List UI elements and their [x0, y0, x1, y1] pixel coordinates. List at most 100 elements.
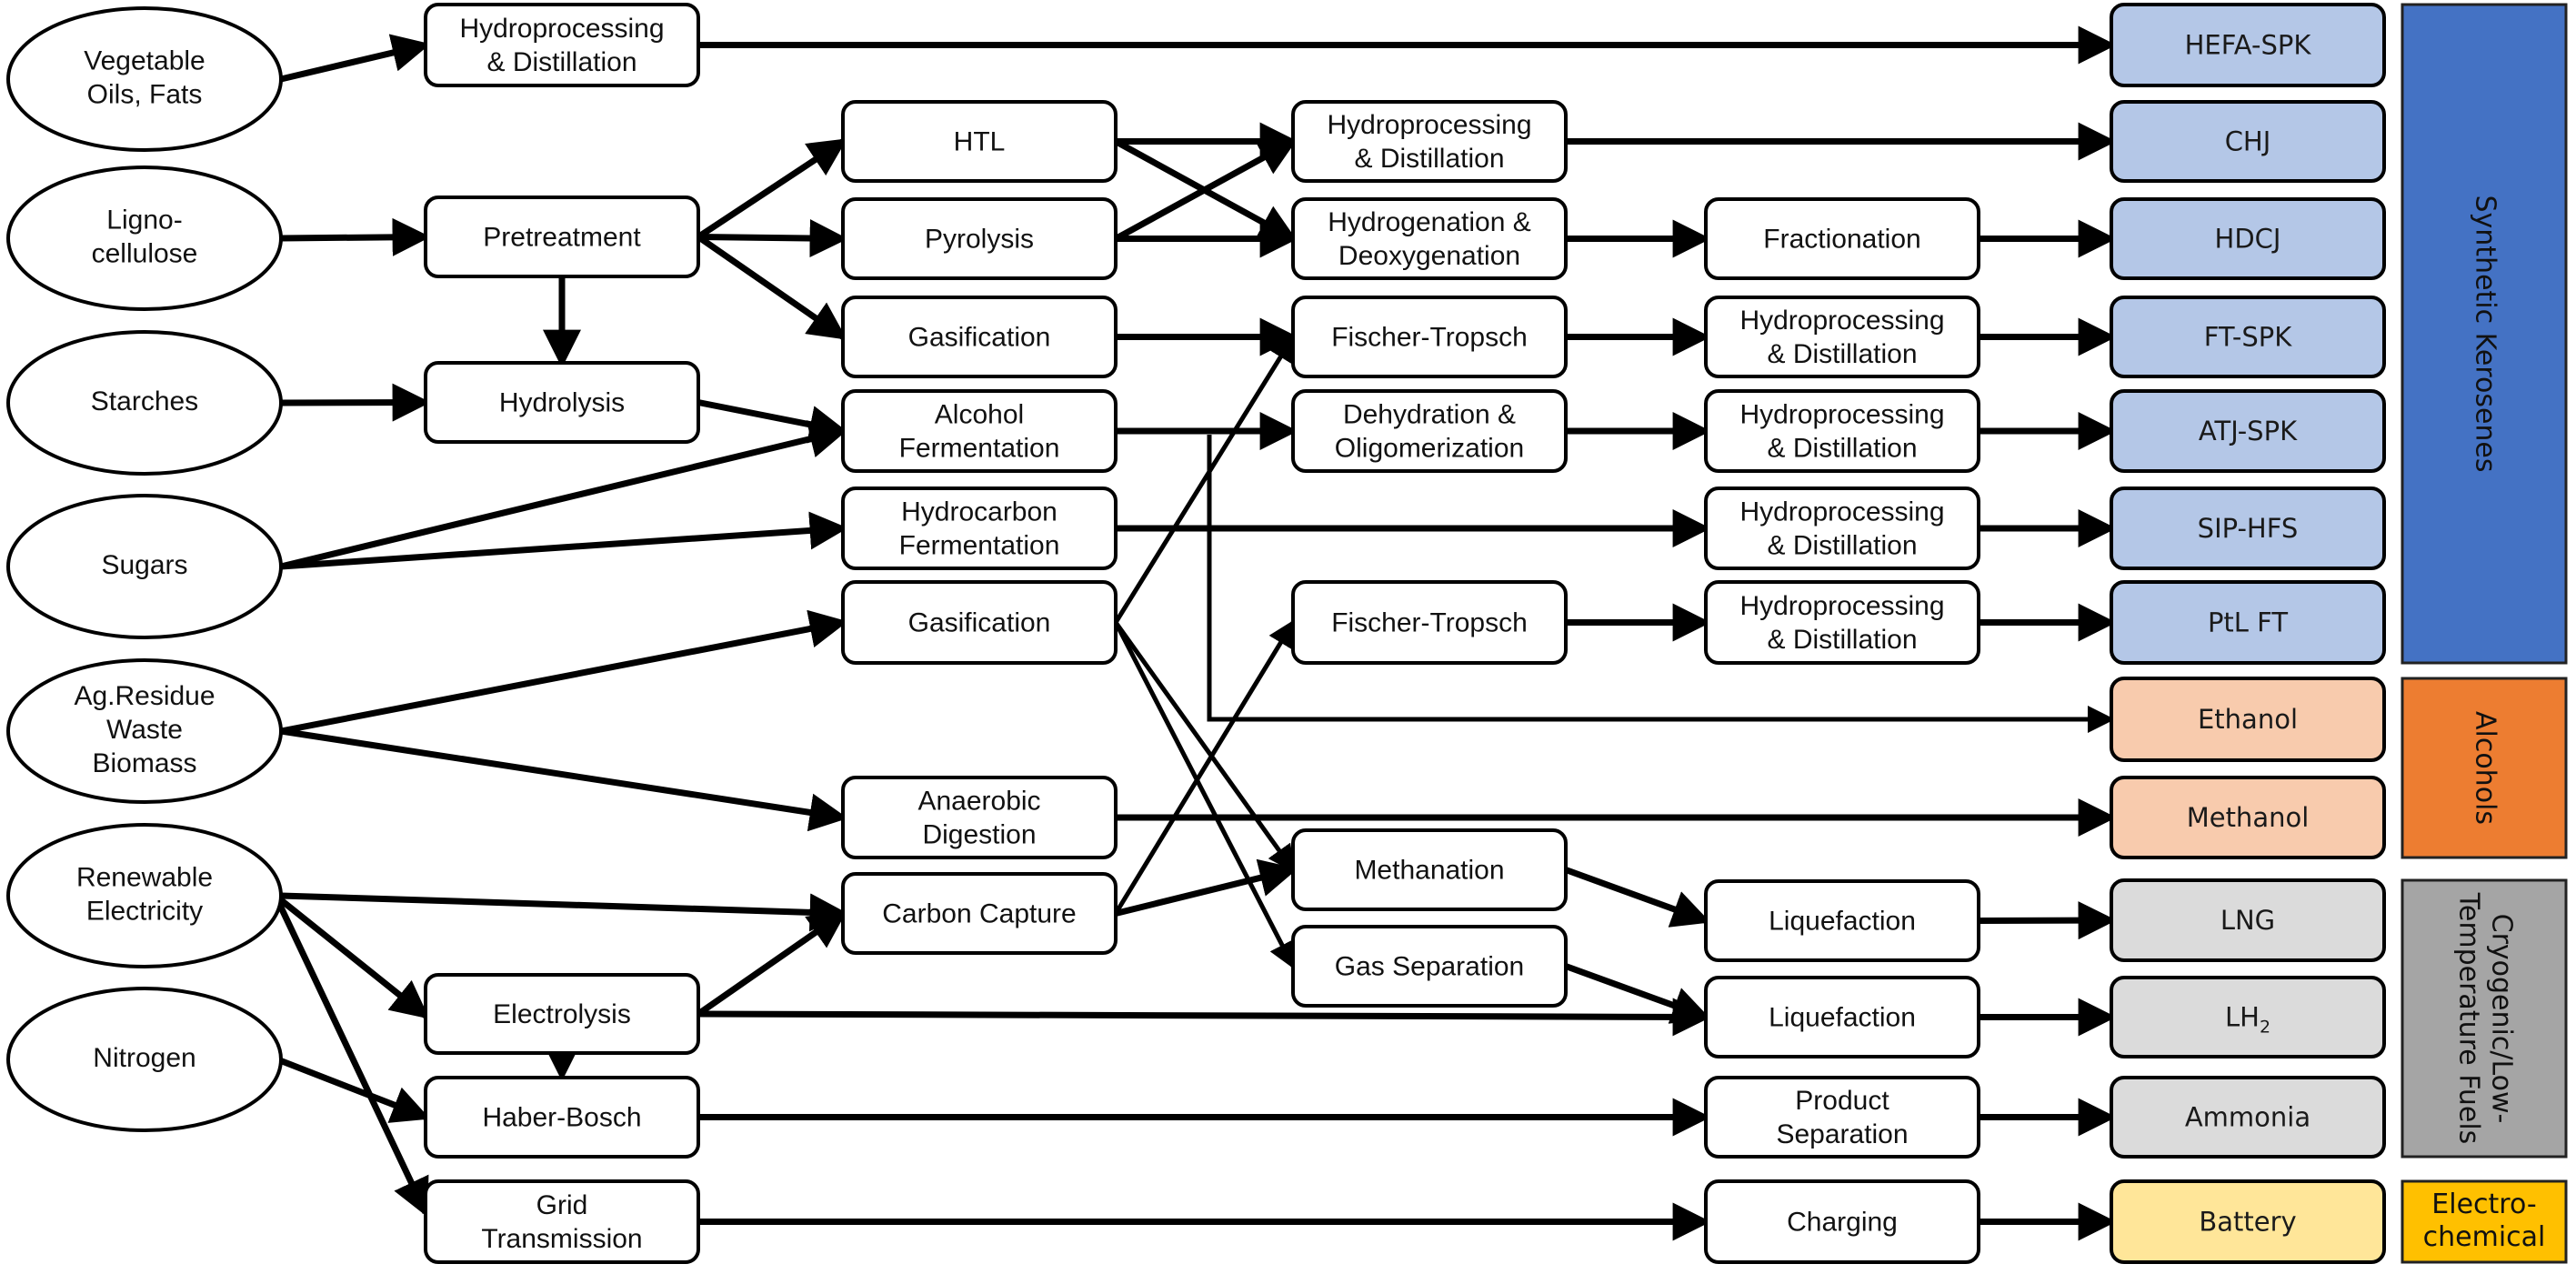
- product-hdcj[interactable]: HDCJ: [2110, 197, 2386, 280]
- node-label: Hydroprocessing: [1739, 497, 1944, 527]
- product-label-text: SIP-HFS: [2198, 513, 2299, 544]
- product-label-text: Ammonia: [2185, 1102, 2310, 1133]
- product-label: Ammonia: [2185, 1102, 2310, 1133]
- edge-electrolysis-to-liq2: [697, 998, 1711, 1037]
- product-label-subscript: 2: [2260, 1017, 2270, 1037]
- process-htl[interactable]: HTL: [841, 100, 1118, 183]
- product-label-text: LNG: [2220, 905, 2275, 936]
- process-alcferm[interactable]: Alcohol Fermentation: [841, 389, 1118, 473]
- process-c4_hpd1[interactable]: Hydroprocessing& Distillation: [1704, 296, 1980, 378]
- node-label: Transmission: [481, 1224, 642, 1254]
- process-c4_hpd2[interactable]: Hydroprocessing & Distillation: [1704, 389, 1980, 473]
- node-label: & Distillation: [1767, 339, 1917, 369]
- process-c4_hpd4[interactable]: Hydroprocessing & Distillation: [1704, 580, 1980, 665]
- feedstock-ag[interactable]: Ag.Residue WasteBiomass: [6, 658, 283, 804]
- process-gassep[interactable]: Gas Separation: [1291, 925, 1568, 1008]
- process-c1_hpd[interactable]: Hydroprocessing& Distillation: [424, 3, 700, 87]
- edge-pretreat-to-gasif1: [697, 234, 847, 340]
- product-lng[interactable]: LNG: [2110, 878, 2386, 962]
- node-label: Temperature Fuels: [2453, 892, 2485, 1145]
- node-label: & Distillation: [486, 47, 636, 77]
- product-chj[interactable]: CHJ: [2110, 100, 2386, 183]
- feedstock-veg[interactable]: Vegetable Oils, Fats: [6, 6, 283, 152]
- product-sip[interactable]: SIP-HFS: [2110, 487, 2386, 570]
- process-charging[interactable]: Charging: [1704, 1179, 1980, 1264]
- process-gasif2[interactable]: Gasification: [841, 580, 1118, 665]
- node-label: Gasification: [908, 322, 1051, 352]
- edge-electrolysis-to-ccap: [697, 910, 847, 1017]
- process-methan[interactable]: Methanation: [1291, 828, 1568, 911]
- product-atj[interactable]: ATJ-SPK: [2110, 389, 2386, 473]
- edge-methan-to-liq1: [1564, 867, 1711, 928]
- category-kero: Synthetic Kerosenes: [2401, 3, 2568, 665]
- node-label: Hydrogenation &: [1328, 207, 1530, 237]
- process-pyro[interactable]: Pyrolysis: [841, 197, 1118, 280]
- product-hefa[interactable]: HEFA-SPK: [2110, 3, 2386, 87]
- product-label-text: Battery: [2199, 1207, 2296, 1238]
- process-c4_hpd3[interactable]: Hydroprocessing& Distillation: [1704, 487, 1980, 570]
- category-label: Electro-chemical: [2423, 1189, 2546, 1253]
- feedstock-starch[interactable]: Starches: [6, 330, 283, 476]
- process-grid[interactable]: Grid Transmission: [424, 1179, 700, 1264]
- node-label: Oils, Fats: [87, 79, 203, 109]
- edge-ccap-to-methan: [1115, 858, 1298, 917]
- product-ftspk[interactable]: FT-SPK: [2110, 296, 2386, 378]
- edge-pretreat-to-pyro: [697, 219, 848, 258]
- product-ammonia[interactable]: Ammonia: [2110, 1076, 2386, 1159]
- feedstock-sugar[interactable]: Sugars: [6, 494, 283, 639]
- node-label: Deoxygenation: [1338, 241, 1520, 271]
- edge-n2-to-haber: [276, 1056, 431, 1123]
- process-hydrodeox[interactable]: Hydrogenation & Deoxygenation: [1291, 197, 1568, 280]
- edge-pretreat-to-htl: [697, 138, 847, 240]
- fuel-pathway-diagram: Vegetable Oils, Fats Ligno-cellulose Starch…: [6, 3, 2568, 1264]
- edge-gassep-to-liq2: [1564, 963, 1711, 1024]
- node-label: Renewable: [76, 862, 213, 892]
- product-label-text: FT-SPK: [2204, 322, 2293, 353]
- node-label: Anaerobic: [917, 786, 1040, 816]
- node-label: Hydrocarbon: [901, 497, 1057, 527]
- node-label: Ligno-: [106, 205, 182, 235]
- node-label: Hydroprocessing: [1739, 306, 1944, 336]
- feedstock-elec[interactable]: Renewable Electricity: [6, 823, 283, 968]
- node-label: Gasification: [908, 607, 1051, 637]
- category-echem: Electro-chemical: [2401, 1179, 2568, 1264]
- process-dehyd[interactable]: Dehydration & Oligomerization: [1291, 389, 1568, 473]
- process-liq1[interactable]: Liquefaction: [1704, 879, 1980, 962]
- node-label: & Distillation: [1767, 530, 1917, 560]
- node-label: Fermentation: [899, 530, 1060, 560]
- node-label: & Distillation: [1354, 144, 1504, 174]
- process-fract[interactable]: Fractionation: [1704, 197, 1980, 280]
- process-ft1[interactable]: Fischer-Tropsch: [1291, 296, 1568, 378]
- node-label: Liquefaction: [1769, 906, 1916, 936]
- node-label: cellulose: [92, 238, 198, 268]
- process-ft2[interactable]: Fischer-Tropsch: [1291, 580, 1568, 665]
- process-hydrolysis[interactable]: Hydrolysis: [424, 361, 700, 444]
- process-anaer[interactable]: AnaerobicDigestion: [841, 776, 1118, 859]
- feedstock-ligno[interactable]: Ligno-cellulose: [6, 166, 283, 311]
- process-electrolysis[interactable]: Electrolysis: [424, 973, 700, 1055]
- node-label: Product: [1795, 1086, 1889, 1116]
- product-ptl[interactable]: PtL FT: [2110, 580, 2386, 665]
- node-label: Starches: [91, 386, 198, 416]
- product-battery[interactable]: Battery: [2110, 1179, 2386, 1264]
- product-methanol[interactable]: Methanol: [2110, 776, 2386, 859]
- edge-elec-to-ccap: [280, 892, 848, 932]
- node-label: Grid: [536, 1190, 588, 1220]
- feedstock-n2[interactable]: Nitrogen: [6, 987, 283, 1132]
- node-label: Haber-Bosch: [482, 1102, 641, 1132]
- process-haber[interactable]: Haber-Bosch: [424, 1076, 700, 1159]
- process-c3_hpd[interactable]: Hydroprocessing & Distillation: [1291, 100, 1568, 183]
- node-label: Electrolysis: [493, 999, 631, 1029]
- product-lh2[interactable]: LH2: [2110, 976, 2386, 1058]
- product-label: HDCJ: [2215, 224, 2281, 255]
- node-label: Carbon Capture: [882, 898, 1076, 928]
- node-label: chemical: [2423, 1221, 2546, 1253]
- process-liq2[interactable]: Liquefaction: [1704, 976, 1980, 1058]
- product-ethanol[interactable]: Ethanol: [2110, 677, 2386, 762]
- process-prodsep[interactable]: ProductSeparation: [1704, 1076, 1980, 1159]
- process-ccap[interactable]: Carbon Capture: [841, 872, 1118, 955]
- process-gasif1[interactable]: Gasification: [841, 296, 1118, 378]
- process-pretreat[interactable]: Pretreatment: [424, 196, 700, 278]
- node-label: Liquefaction: [1769, 1002, 1916, 1032]
- process-hcferm[interactable]: HydrocarbonFermentation: [841, 487, 1118, 570]
